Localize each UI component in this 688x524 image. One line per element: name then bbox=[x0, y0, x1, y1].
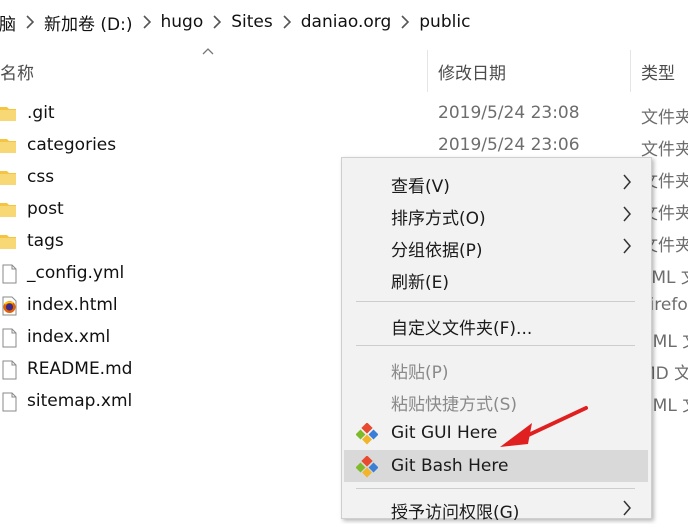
file-row[interactable]: .git 2019/5/24 23:08 文件夹 bbox=[0, 98, 688, 130]
git-icon bbox=[356, 456, 378, 478]
breadcrumb-item-computer[interactable]: 脑 bbox=[0, 10, 16, 35]
column-header-date[interactable]: 修改日期 bbox=[438, 59, 506, 84]
menu-item-customize-folder[interactable]: 自定义文件夹(F)... bbox=[344, 308, 648, 340]
file-name: post bbox=[27, 199, 64, 219]
file-name: index.html bbox=[27, 295, 118, 315]
menu-item-git-bash-here[interactable]: Git Bash Here bbox=[344, 450, 648, 482]
folder-icon bbox=[0, 171, 16, 185]
menu-item-label: 排序方式(O) bbox=[391, 209, 486, 229]
menu-separator bbox=[356, 301, 635, 302]
file-date: 2019/5/24 23:06 bbox=[438, 135, 580, 155]
menu-item-label: 刷新(E) bbox=[391, 273, 450, 293]
menu-item-group-by[interactable]: 分组依据(P) bbox=[344, 230, 648, 262]
chevron-right-icon bbox=[283, 15, 291, 29]
breadcrumb-item-sites[interactable]: Sites bbox=[231, 12, 273, 32]
file-icon bbox=[2, 328, 17, 348]
file-name: css bbox=[27, 167, 55, 187]
chevron-right-icon bbox=[142, 15, 151, 29]
file-type: 文件夹 bbox=[641, 108, 688, 128]
breadcrumb-item-daniao[interactable]: daniao.org bbox=[301, 12, 392, 32]
menu-item-paste[interactable]: 粘贴(P) bbox=[344, 352, 648, 384]
chevron-right-icon bbox=[623, 174, 631, 190]
menu-item-view[interactable]: 查看(V) bbox=[344, 166, 648, 198]
folder-icon bbox=[0, 235, 16, 249]
file-date: 2019/5/24 23:08 bbox=[438, 103, 580, 123]
context-menu: 查看(V) 排序方式(O) 分组依据(P) 刷新(E) 自定义文件夹(F)...… bbox=[341, 157, 652, 523]
menu-separator bbox=[356, 345, 635, 346]
file-icon bbox=[2, 264, 17, 284]
menu-item-label: Git Bash Here bbox=[391, 456, 509, 476]
breadcrumb-item-hugo[interactable]: hugo bbox=[161, 12, 204, 32]
chevron-right-icon bbox=[623, 238, 631, 254]
column-header-name[interactable]: 名称 bbox=[0, 59, 34, 84]
sort-ascending-icon bbox=[202, 48, 214, 55]
chevron-right-icon bbox=[213, 15, 222, 29]
folder-icon bbox=[0, 203, 16, 217]
file-name: index.xml bbox=[27, 327, 111, 347]
menu-item-give-access[interactable]: 授予访问权限(G) bbox=[344, 492, 648, 524]
menu-item-label: 粘贴快捷方式(S) bbox=[391, 395, 518, 415]
column-header-type[interactable]: 类型 bbox=[641, 59, 675, 84]
menu-item-label: 分组依据(P) bbox=[391, 241, 483, 261]
git-icon bbox=[356, 423, 378, 445]
file-name: sitemap.xml bbox=[27, 391, 133, 411]
menu-item-refresh[interactable]: 刷新(E) bbox=[344, 262, 648, 294]
menu-item-label: Git GUI Here bbox=[391, 423, 498, 443]
file-icon bbox=[2, 360, 17, 380]
menu-separator bbox=[356, 488, 635, 489]
file-name: _config.yml bbox=[27, 263, 125, 283]
column-divider[interactable] bbox=[630, 50, 631, 92]
file-name: categories bbox=[27, 135, 117, 155]
breadcrumb-item-public[interactable]: public bbox=[419, 12, 470, 32]
chevron-right-icon bbox=[623, 206, 631, 222]
breadcrumb-item-drive[interactable]: 新加卷 (D:) bbox=[44, 10, 133, 35]
chevron-right-icon bbox=[26, 15, 34, 29]
menu-item-paste-shortcut[interactable]: 粘贴快捷方式(S) bbox=[344, 384, 648, 416]
file-name: README.md bbox=[27, 359, 133, 379]
menu-item-git-gui-here[interactable]: Git GUI Here bbox=[344, 417, 648, 449]
column-header-bar: 名称 修改日期 类型 bbox=[0, 44, 688, 96]
menu-item-label: 自定义文件夹(F)... bbox=[391, 319, 533, 339]
menu-item-sort-by[interactable]: 排序方式(O) bbox=[344, 198, 648, 230]
file-name: tags bbox=[27, 231, 64, 251]
column-divider[interactable] bbox=[427, 50, 428, 92]
file-name: .git bbox=[27, 103, 55, 123]
breadcrumb: 脑 新加卷 (D:) hugo Sites daniao.org public bbox=[0, 0, 688, 44]
menu-item-label: 粘贴(P) bbox=[391, 363, 449, 383]
folder-icon bbox=[0, 107, 16, 121]
folder-icon bbox=[0, 139, 16, 153]
chevron-right-icon bbox=[623, 500, 631, 516]
chevron-right-icon bbox=[401, 15, 410, 29]
menu-item-label: 查看(V) bbox=[391, 177, 450, 197]
file-icon bbox=[2, 392, 17, 412]
firefox-icon bbox=[2, 296, 17, 316]
